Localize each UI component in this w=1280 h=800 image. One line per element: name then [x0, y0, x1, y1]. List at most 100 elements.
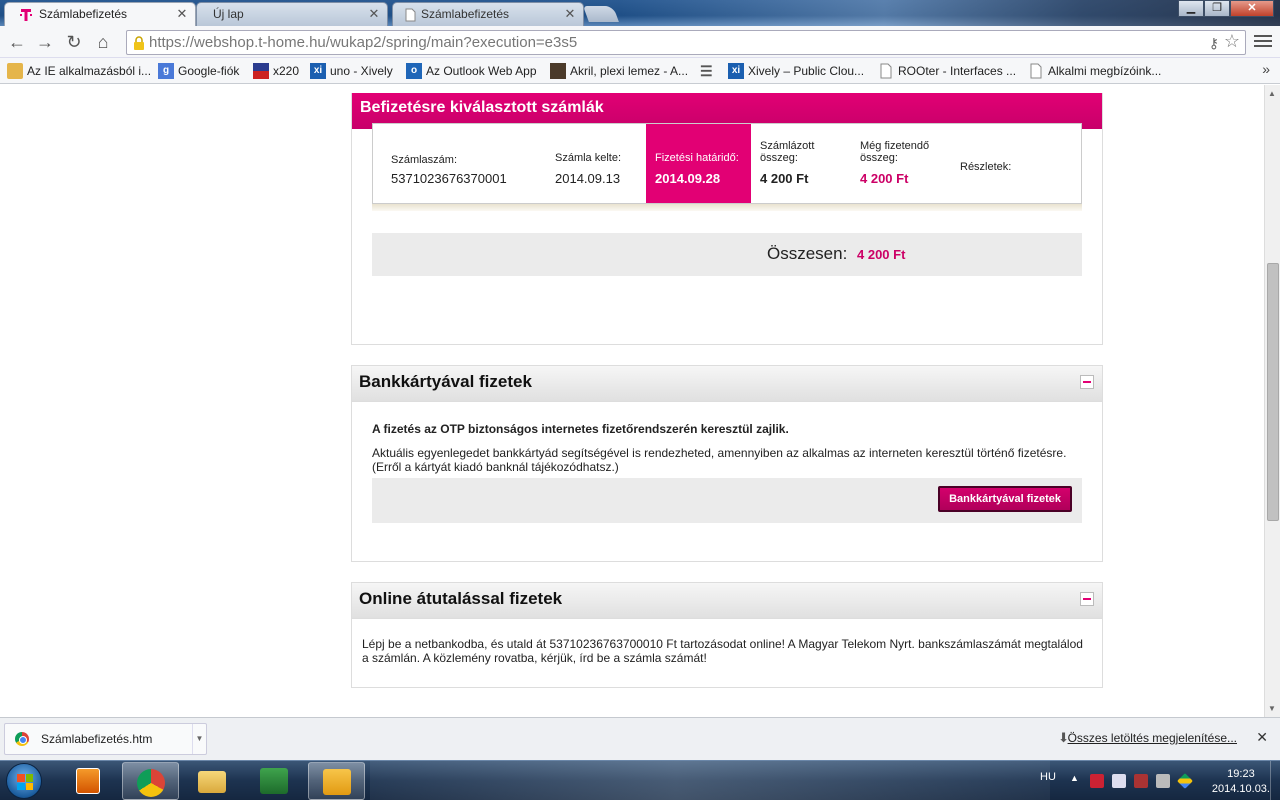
network-icon[interactable] — [1112, 774, 1126, 788]
scroll-up-arrow-icon[interactable]: ▲ — [1268, 89, 1276, 98]
bookmark-label: Google-fiók — [178, 64, 240, 78]
card-payment-intro: A fizetés az OTP biztonságos internetes … — [372, 422, 789, 436]
bookmark-ie-import[interactable]: Az IE alkalmazásból i... — [7, 62, 151, 80]
transfer-payment-panel: Online átutalással fizetek Lépj be a net… — [351, 582, 1103, 688]
bookmark-separator-menu[interactable]: ☰ — [700, 62, 713, 80]
taskbar-excel[interactable] — [246, 762, 303, 800]
bookmark-label: Alkalmi megbízóink... — [1048, 64, 1162, 78]
card-payment-panel: Bankkártyával fizetek A fizetés az OTP b… — [351, 365, 1103, 562]
new-tab-button[interactable] — [583, 6, 619, 22]
taskbar-chrome[interactable] — [122, 762, 179, 800]
tab-szamlabefizetes[interactable]: Számlabefizetés ✕ — [392, 2, 584, 26]
tab-label: Számlabefizetés — [39, 7, 128, 21]
tab-szamlabefizetes-active[interactable]: Számlabefizetés ✕ — [4, 2, 196, 26]
download-shelf: Számlabefizetés.htm ▼ ⬇ Összes letöltés … — [0, 717, 1280, 760]
remaining-amount-value: 4 200 Ft — [860, 171, 909, 186]
card-payment-title: Bankkártyával fizetek — [359, 372, 532, 391]
page-icon — [405, 8, 416, 22]
billed-amount-value: 4 200 Ft — [760, 171, 809, 186]
details-col: Részletek: — [960, 124, 1060, 203]
bookmark-label: Az IE alkalmazásból i... — [27, 64, 152, 78]
bookmark-x220[interactable]: x220 — [253, 62, 299, 80]
forward-arrow-icon[interactable]: → — [33, 31, 57, 53]
maximize-icon[interactable]: ❐ — [1204, 0, 1230, 17]
clock-date: 2014.10.03. — [1211, 783, 1270, 795]
x220-icon — [253, 63, 269, 79]
bookmark-label: Az Outlook Web App — [426, 64, 537, 78]
taskbar-media-player[interactable] — [60, 762, 117, 800]
address-bar[interactable]: https://webshop.t-home.hu/wukap2/spring/… — [126, 30, 1246, 55]
pay-by-card-button[interactable]: Bankkártyával fizetek — [938, 486, 1072, 512]
chevron-down-icon[interactable]: ▼ — [192, 724, 206, 754]
language-indicator[interactable]: HU — [1040, 771, 1056, 783]
taskbar-explorer[interactable] — [184, 762, 241, 800]
home-icon[interactable]: ⌂ — [91, 31, 115, 53]
key-icon[interactable]: ⚷ — [1209, 35, 1219, 52]
bookmark-star-icon[interactable]: ☆ — [1224, 31, 1240, 52]
invoice-date-label: Számla kelte: — [555, 152, 622, 164]
due-date-col: Fizetési határidő: 2014.09.28 — [646, 124, 751, 203]
power-icon[interactable] — [1156, 774, 1170, 788]
scroll-down-arrow-icon[interactable]: ▼ — [1268, 704, 1276, 713]
bookmark-label: uno - Xively — [330, 64, 393, 78]
clock[interactable]: 19:23 2014.10.03. — [1212, 767, 1270, 797]
window-controls: ▁ ❐ ✕ — [1178, 0, 1274, 17]
bookmark-akril-plexi[interactable]: Akril, plexi lemez - A... — [550, 62, 688, 80]
collapse-minus-icon[interactable] — [1080, 592, 1094, 606]
browser-toolbar: ← → ↻ ⌂ https://webshop.t-home.hu/wukap2… — [0, 26, 1280, 58]
taskbar-outlook[interactable] — [308, 762, 365, 800]
start-button[interactable] — [6, 763, 42, 799]
due-date-label: Fizetési határidő: — [655, 152, 739, 164]
total-bar: Összesen: 4 200 Ft — [372, 233, 1082, 276]
folder-icon — [7, 63, 23, 79]
billed-amount-label: Számlázott összeg: — [760, 140, 815, 164]
transfer-payment-header[interactable]: Online átutalással fizetek — [352, 583, 1102, 619]
show-hidden-icons-icon[interactable]: ▲ — [1070, 773, 1079, 783]
xively-icon: xi — [310, 63, 326, 79]
bookmark-label: x220 — [273, 64, 300, 78]
menu-hamburger-icon[interactable] — [1254, 32, 1272, 50]
back-arrow-icon[interactable]: ← — [5, 31, 29, 53]
tab-close-icon[interactable]: ✕ — [175, 3, 189, 25]
flag-icon[interactable] — [1090, 774, 1104, 788]
chrome-icon — [15, 732, 29, 746]
tab-close-icon[interactable]: ✕ — [367, 3, 381, 25]
bookmark-google-fiok[interactable]: g Google-fiók — [158, 62, 239, 80]
selected-invoices-panel: Befizetésre kiválasztott számlák Számlas… — [351, 93, 1103, 345]
volume-muted-icon[interactable] — [1134, 774, 1148, 788]
vertical-scrollbar[interactable]: ▲ ▼ — [1264, 85, 1280, 717]
bookmarks-overflow-icon[interactable]: » — [1262, 61, 1270, 77]
show-all-downloads-link[interactable]: Összes letöltés megjelenítése... — [1068, 731, 1237, 745]
taskbar-background — [370, 761, 1050, 800]
invoice-date-col: Számla kelte: 2014.09.13 — [555, 124, 645, 203]
bookmark-xively-public-cloud[interactable]: xi Xively – Public Clou... — [728, 62, 864, 80]
outlook-icon — [323, 769, 351, 795]
outlook-icon: o — [406, 63, 422, 79]
google-drive-icon[interactable] — [1177, 773, 1193, 789]
windows-taskbar: HU ▲ 19:23 2014.10.03. — [0, 760, 1280, 800]
plexi-icon — [550, 63, 566, 79]
show-desktop-button[interactable] — [1270, 761, 1280, 800]
folder-icon — [198, 771, 226, 793]
transfer-payment-text: Lépj be a netbankodba, és utald át 53710… — [362, 637, 1083, 665]
download-item[interactable]: Számlabefizetés.htm ▼ — [4, 723, 207, 755]
tab-label: Számlabefizetés — [421, 7, 510, 21]
collapse-minus-icon[interactable] — [1080, 375, 1094, 389]
browser-tab-strip: Számlabefizetés ✕ Új lap ✕ Számlabefizet… — [0, 0, 1280, 26]
remaining-amount-col: Még fizetendő összeg: 4 200 Ft — [860, 124, 950, 203]
tab-uj-lap[interactable]: Új lap ✕ — [196, 2, 388, 26]
minimize-icon[interactable]: ▁ — [1178, 0, 1204, 17]
card-payment-header[interactable]: Bankkártyával fizetek — [352, 366, 1102, 402]
bookmark-rooter[interactable]: ROOter - Interfaces ... — [878, 62, 1016, 80]
scrollbar-thumb[interactable] — [1267, 263, 1279, 521]
invoice-table: Számlaszám: 5371023676370001 Számla kelt… — [372, 123, 1082, 211]
url-path: /wukap2/spring/main?execution=e3s5 — [325, 34, 578, 51]
bookmark-alkalmi-megbizoink[interactable]: Alkalmi megbízóink... — [1028, 62, 1161, 80]
reload-icon[interactable]: ↻ — [62, 31, 86, 53]
page-content: Befizetésre kiválasztott számlák Számlas… — [0, 85, 1264, 717]
window-close-icon[interactable]: ✕ — [1230, 0, 1274, 17]
bookmark-outlook-web-app[interactable]: o Az Outlook Web App — [406, 62, 537, 80]
close-icon[interactable]: ✕ — [1256, 729, 1268, 746]
bookmark-uno-xively[interactable]: xi uno - Xively — [310, 62, 393, 80]
tab-close-icon[interactable]: ✕ — [563, 3, 577, 25]
